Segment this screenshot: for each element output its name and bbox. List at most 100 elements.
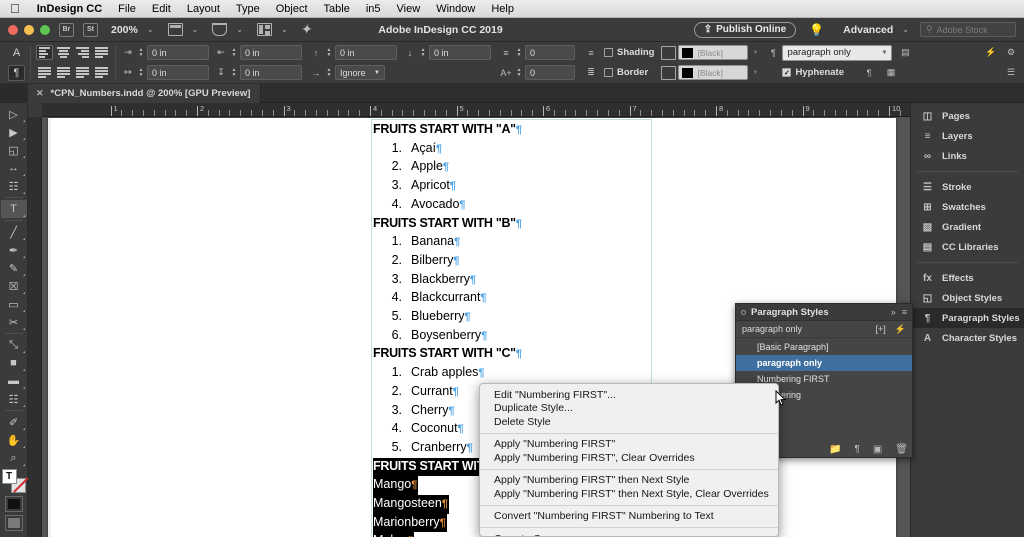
view-options-chevron-down-icon[interactable]: ⌄ <box>236 25 243 34</box>
hyphenate-checkbox[interactable]: ✓ Hyphenate <box>782 67 844 78</box>
dock-item-effects[interactable]: fx Effects <box>911 268 1024 288</box>
last-line-indent-stepper[interactable]: ▲ ▼ <box>230 67 238 78</box>
folder-icon[interactable]: 📁 <box>829 444 841 455</box>
gradient-feather-tool[interactable]: ▬ <box>1 372 27 390</box>
settings-gear-icon[interactable]: ⚙ <box>1004 46 1018 60</box>
note-tool[interactable]: ☷ <box>1 390 27 408</box>
space-after-input[interactable]: 0 in <box>429 45 491 60</box>
list-item[interactable]: 3. Apricot¶ <box>373 177 651 196</box>
close-window-button[interactable] <box>8 24 18 35</box>
collapse-panel-icon[interactable]: » <box>891 307 896 317</box>
document-tab[interactable]: ✕ *CPN_Numbers.indd @ 200% [GPU Preview] <box>28 83 262 103</box>
section-heading[interactable]: FRUITS START WITH "B"¶ <box>373 215 651 234</box>
content-collector-tool[interactable]: ☷ <box>1 177 27 195</box>
context-menu-item[interactable]: Apply "Numbering FIRST" then Next Style <box>480 474 778 488</box>
menu-indesign-cc[interactable]: InDesign CC <box>29 0 110 18</box>
list-item[interactable]: 1. Crab apples¶ <box>373 364 651 383</box>
list-item[interactable]: 2. Bilberry¶ <box>373 252 651 271</box>
dock-item-pages[interactable]: ◫ Pages <box>911 106 1024 126</box>
quick-apply-bolt-icon[interactable]: ⚡ <box>895 324 906 335</box>
arrange-documents-icon[interactable] <box>256 23 272 36</box>
space-after-stepper[interactable]: ▲ ▼ <box>419 47 427 58</box>
first-line-indent-input[interactable]: 0 in <box>147 65 209 80</box>
list-item[interactable]: 3. Blackberry¶ <box>373 271 651 290</box>
list-item[interactable]: 5. Blueberry¶ <box>373 308 651 327</box>
drop-cap-chars-input[interactable]: 0 <box>525 65 575 80</box>
align-toward-spine-button[interactable] <box>93 65 110 80</box>
drop-cap-lines-stepper[interactable]: ▲ ▼ <box>515 47 523 58</box>
list-item[interactable]: 1. Banana¶ <box>373 233 651 252</box>
page-tool[interactable]: ◱ <box>1 141 27 159</box>
screen-mode-icon[interactable] <box>167 23 183 36</box>
context-menu-item[interactable]: Duplicate Style... <box>480 402 778 416</box>
space-before-stepper[interactable]: ▲ ▼ <box>325 47 333 58</box>
paragraph-panel-icon[interactable]: ▤ <box>898 46 912 60</box>
dock-item-gradient[interactable]: ▧ Gradient <box>911 217 1024 237</box>
section-heading[interactable]: FRUITS START WITH "C"¶ <box>373 345 651 364</box>
shading-grid-icon[interactable] <box>661 45 677 60</box>
justify-all-button[interactable] <box>74 65 91 80</box>
scissors-tool[interactable]: ✂ <box>1 313 27 331</box>
free-transform-tool[interactable]: ⤡ <box>1 336 27 354</box>
line-tool[interactable]: ╱ <box>1 223 27 241</box>
style-context-menu[interactable]: Edit "Numbering FIRST"... Duplicate Style… <box>479 383 779 537</box>
publish-online-button[interactable]: ⇪ Publish Online <box>693 21 797 38</box>
menu-file[interactable]: File <box>110 0 144 18</box>
balance-columns-icon[interactable]: ¶ <box>862 66 876 80</box>
menu-table[interactable]: Table <box>316 0 358 18</box>
dock-item-character-styles[interactable]: A Character Styles <box>911 328 1024 348</box>
delete-icon[interactable]: 🗑 <box>895 444 908 455</box>
left-indent-stepper[interactable]: ▲ ▼ <box>137 47 145 58</box>
list-item[interactable]: 1. Açaí¶ <box>373 140 651 159</box>
align-left-button[interactable] <box>36 45 53 60</box>
list-item[interactable]: 2. Apple¶ <box>373 158 651 177</box>
context-menu-item[interactable]: Apply "Numbering FIRST" <box>480 438 778 452</box>
view-options-icon[interactable] <box>212 23 228 36</box>
border-checkbox[interactable]: Border <box>604 67 648 78</box>
eyedropper-tool[interactable]: ✐ <box>1 413 27 431</box>
numbered-list-button[interactable]: ≣ <box>584 66 598 80</box>
screen-mode-button[interactable] <box>4 515 23 531</box>
menu-window[interactable]: Window <box>428 0 483 18</box>
context-menu-item[interactable]: Apply "Numbering FIRST" then Next Style,… <box>480 487 778 501</box>
fill-stroke-control[interactable]: T <box>1 469 26 493</box>
minimize-window-button[interactable] <box>24 24 34 35</box>
context-menu-item[interactable]: Edit "Numbering FIRST"... <box>480 388 778 402</box>
list-item[interactable]: 6. Boysenberry¶ <box>373 327 651 346</box>
style-override-plus-icon[interactable]: [+] <box>876 324 886 334</box>
border-grid-icon[interactable] <box>661 65 677 80</box>
context-menu-item[interactable]: Apply "Numbering FIRST", Clear Overrides <box>480 451 778 465</box>
hand-tool[interactable]: ✋ <box>1 431 27 449</box>
drop-cap-chars-stepper[interactable]: ▲ ▼ <box>515 67 523 78</box>
new-style-icon[interactable]: ▣ <box>873 444 882 455</box>
apple-menu-icon[interactable]:  <box>6 2 29 15</box>
apply-color-button[interactable] <box>4 496 23 512</box>
shading-color-chevron-down-icon[interactable]: ▼ <box>752 50 758 56</box>
shading-color-select[interactable]: [Black] <box>678 45 749 60</box>
cc-sync-icon[interactable]: ✦ <box>300 21 313 38</box>
lightbulb-icon[interactable]: 💡 <box>809 23 824 37</box>
horizontal-ruler[interactable]: 1 2 3 4 5 6 7 8 9 10 <box>42 103 910 117</box>
space-before-input[interactable]: 0 in <box>335 45 397 60</box>
menu-object[interactable]: Object <box>268 0 316 18</box>
section-heading[interactable]: FRUITS START WITH "A"¶ <box>373 121 651 140</box>
panel-menu-icon[interactable]: ≡ <box>902 307 907 317</box>
shading-checkbox[interactable]: Shading <box>604 47 654 58</box>
border-color-select[interactable]: [Black] <box>678 65 749 80</box>
dock-item-swatches[interactable]: ⊞ Swatches <box>911 197 1024 217</box>
align-right-button[interactable] <box>74 45 91 60</box>
menu-type[interactable]: Type <box>228 0 268 18</box>
zoom-tool[interactable]: ⌕ <box>1 449 27 467</box>
paragraph-styles-panel-header[interactable]: Paragraph Styles » ≡ <box>736 304 912 321</box>
selection-tool[interactable]: ▷ <box>1 105 27 123</box>
stock-icon[interactable]: St <box>83 22 98 37</box>
dock-item-paragraph-styles[interactable]: ¶ Paragraph Styles <box>911 308 1024 328</box>
paragraph-style-item[interactable]: paragraph only <box>736 355 912 371</box>
bulleted-list-button[interactable]: ≡ <box>584 46 598 60</box>
menu-edit[interactable]: Edit <box>144 0 179 18</box>
right-indent-input[interactable]: 0 in <box>240 45 302 60</box>
context-menu-item[interactable]: Copy to Group... <box>480 532 778 536</box>
arrange-chevron-down-icon[interactable]: ⌄ <box>281 25 288 34</box>
bridge-icon[interactable]: Br <box>59 22 74 37</box>
workspace-chevron-down-icon[interactable]: ⌄ <box>902 25 909 34</box>
